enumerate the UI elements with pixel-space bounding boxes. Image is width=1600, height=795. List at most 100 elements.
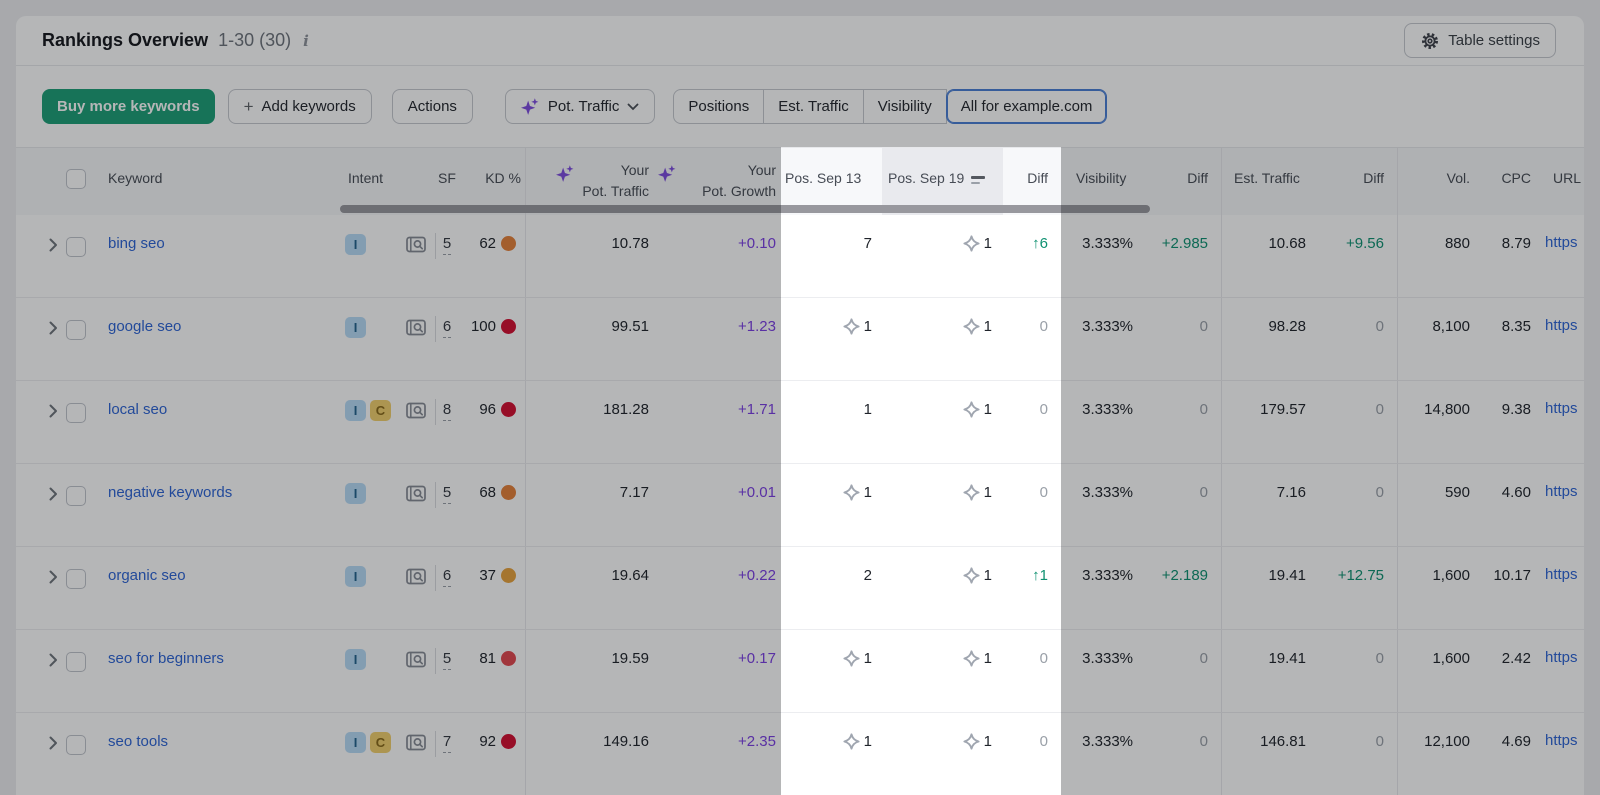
- row-expander-icon[interactable]: [49, 653, 58, 673]
- card-header: Rankings Overview 1-30 (30) i Table sett…: [16, 16, 1584, 66]
- volume-value: 1,600: [1432, 649, 1470, 669]
- pos-diff-value: 0: [1040, 732, 1048, 752]
- keyword-link[interactable]: google seo: [108, 317, 181, 337]
- volume-value: 14,800: [1424, 400, 1470, 420]
- col-header-est-traffic[interactable]: Est. Traffic: [1221, 148, 1318, 215]
- serp-features-icon[interactable]: [406, 568, 428, 593]
- url-link[interactable]: https: [1545, 317, 1578, 334]
- col-header-volume[interactable]: Vol.: [1397, 148, 1482, 215]
- row-expander-icon[interactable]: [49, 404, 58, 424]
- pos-diff-value: 0: [1040, 400, 1048, 420]
- intent-badge-i: I: [345, 317, 366, 338]
- intent-badges: I: [345, 483, 366, 504]
- serp-features-icon[interactable]: [406, 734, 428, 759]
- info-icon[interactable]: i: [303, 32, 309, 50]
- actions-button[interactable]: Actions: [392, 89, 473, 124]
- row-checkbox[interactable]: [66, 486, 86, 506]
- intent-badge-i: I: [345, 732, 366, 753]
- table-settings-button[interactable]: Table settings: [1404, 23, 1556, 58]
- col-header-expander: [16, 148, 66, 215]
- select-all-checkbox[interactable]: [66, 169, 86, 189]
- pot-traffic-value: 149.16: [603, 732, 649, 752]
- serp-features-icon[interactable]: [406, 651, 428, 676]
- cpc-value: 2.42: [1502, 649, 1531, 669]
- row-expander-icon[interactable]: [49, 487, 58, 507]
- keyword-link[interactable]: local seo: [108, 400, 167, 420]
- keyword-link[interactable]: seo tools: [108, 732, 168, 752]
- serp-features-count[interactable]: 6: [443, 566, 451, 587]
- pot-growth-header-line1: Your: [702, 160, 776, 181]
- serp-features-count[interactable]: 6: [443, 317, 451, 338]
- kd-dot: [501, 568, 516, 583]
- row-expander-icon[interactable]: [49, 736, 58, 756]
- serp-features-icon[interactable]: [406, 319, 428, 344]
- segment-est-traffic[interactable]: Est. Traffic: [763, 89, 864, 124]
- row-expander-icon[interactable]: [49, 321, 58, 341]
- row-expander-icon[interactable]: [49, 238, 58, 258]
- serp-position-icon: [962, 732, 981, 751]
- add-keywords-button[interactable]: + Add keywords: [228, 89, 372, 124]
- row-checkbox[interactable]: [66, 237, 86, 257]
- pot-traffic-dropdown[interactable]: Pot. Traffic: [505, 89, 655, 124]
- kd-dot: [501, 319, 516, 334]
- url-link[interactable]: https: [1545, 566, 1578, 583]
- row-checkbox[interactable]: [66, 569, 86, 589]
- segment-positions[interactable]: Positions: [673, 89, 764, 124]
- row-checkbox[interactable]: [66, 403, 86, 423]
- col-header-keyword[interactable]: Keyword: [100, 148, 338, 215]
- segment-all-for-example-com[interactable]: All for example.com: [946, 89, 1108, 124]
- serp-features-count[interactable]: 5: [443, 649, 451, 670]
- horizontal-scrollbar[interactable]: [340, 205, 1150, 213]
- row-checkbox[interactable]: [66, 320, 86, 340]
- kd-dot: [501, 734, 516, 749]
- serp-features-count[interactable]: 7: [443, 732, 451, 753]
- serp-features-count[interactable]: 5: [443, 234, 451, 255]
- keyword-link[interactable]: organic seo: [108, 566, 186, 586]
- col-header-cpc[interactable]: CPC: [1482, 148, 1541, 215]
- visibility-diff-value: +2.985: [1162, 234, 1208, 254]
- serp-position-icon: [962, 400, 981, 419]
- pos-prev-value: 1: [864, 483, 872, 503]
- est-traffic-diff-value: 0: [1376, 483, 1384, 503]
- intent-badges: IC: [345, 400, 391, 421]
- serp-features-icon[interactable]: [406, 236, 428, 261]
- url-link[interactable]: https: [1545, 483, 1578, 500]
- col-header-url[interactable]: URL: [1541, 148, 1584, 215]
- url-link[interactable]: https: [1545, 234, 1578, 251]
- serp-features-icon[interactable]: [406, 485, 428, 510]
- table-row: local seo IC 8 96 181.28 +1.71 1: [16, 381, 1584, 464]
- url-link[interactable]: https: [1545, 732, 1578, 749]
- segment-visibility[interactable]: Visibility: [863, 89, 947, 124]
- pos-diff-value: ↑1: [1032, 566, 1048, 586]
- pot-traffic-header-line1: Your: [582, 160, 649, 181]
- pot-growth-value: +2.35: [738, 732, 776, 752]
- pos-curr-value: 1: [984, 317, 992, 337]
- buy-more-keywords-button[interactable]: Buy more keywords: [42, 89, 215, 124]
- est-traffic-diff-value: +9.56: [1346, 234, 1384, 254]
- col-header-visibility-diff[interactable]: Diff: [1146, 148, 1221, 215]
- pos-prev-value: 1: [864, 732, 872, 752]
- pos-prev-value: 7: [864, 234, 872, 254]
- col-header-est-traffic-diff[interactable]: Diff: [1318, 148, 1397, 215]
- row-checkbox[interactable]: [66, 735, 86, 755]
- cpc-value: 4.69: [1502, 732, 1531, 752]
- keyword-link[interactable]: negative keywords: [108, 483, 232, 503]
- pot-traffic-value: 19.64: [611, 566, 649, 586]
- serp-position-icon: [962, 483, 981, 502]
- keyword-link[interactable]: seo for beginners: [108, 649, 224, 669]
- table-row: organic seo I 6 37 19.64 +0.22 2: [16, 547, 1584, 630]
- visibility-diff-value: 0: [1200, 483, 1208, 503]
- serp-position-icon: [842, 732, 861, 751]
- serp-features-count[interactable]: 8: [443, 400, 451, 421]
- url-link[interactable]: https: [1545, 400, 1578, 417]
- keyword-link[interactable]: bing seo: [108, 234, 165, 254]
- url-link[interactable]: https: [1545, 649, 1578, 666]
- serp-features-icon[interactable]: [406, 402, 428, 427]
- sparkles-icon: [521, 98, 540, 116]
- kd-value: 37: [479, 566, 496, 586]
- row-checkbox[interactable]: [66, 652, 86, 672]
- sort-descending-icon[interactable]: [971, 176, 985, 184]
- row-expander-icon[interactable]: [49, 570, 58, 590]
- serp-features-count[interactable]: 5: [443, 483, 451, 504]
- pos-curr-value: 1: [984, 483, 992, 503]
